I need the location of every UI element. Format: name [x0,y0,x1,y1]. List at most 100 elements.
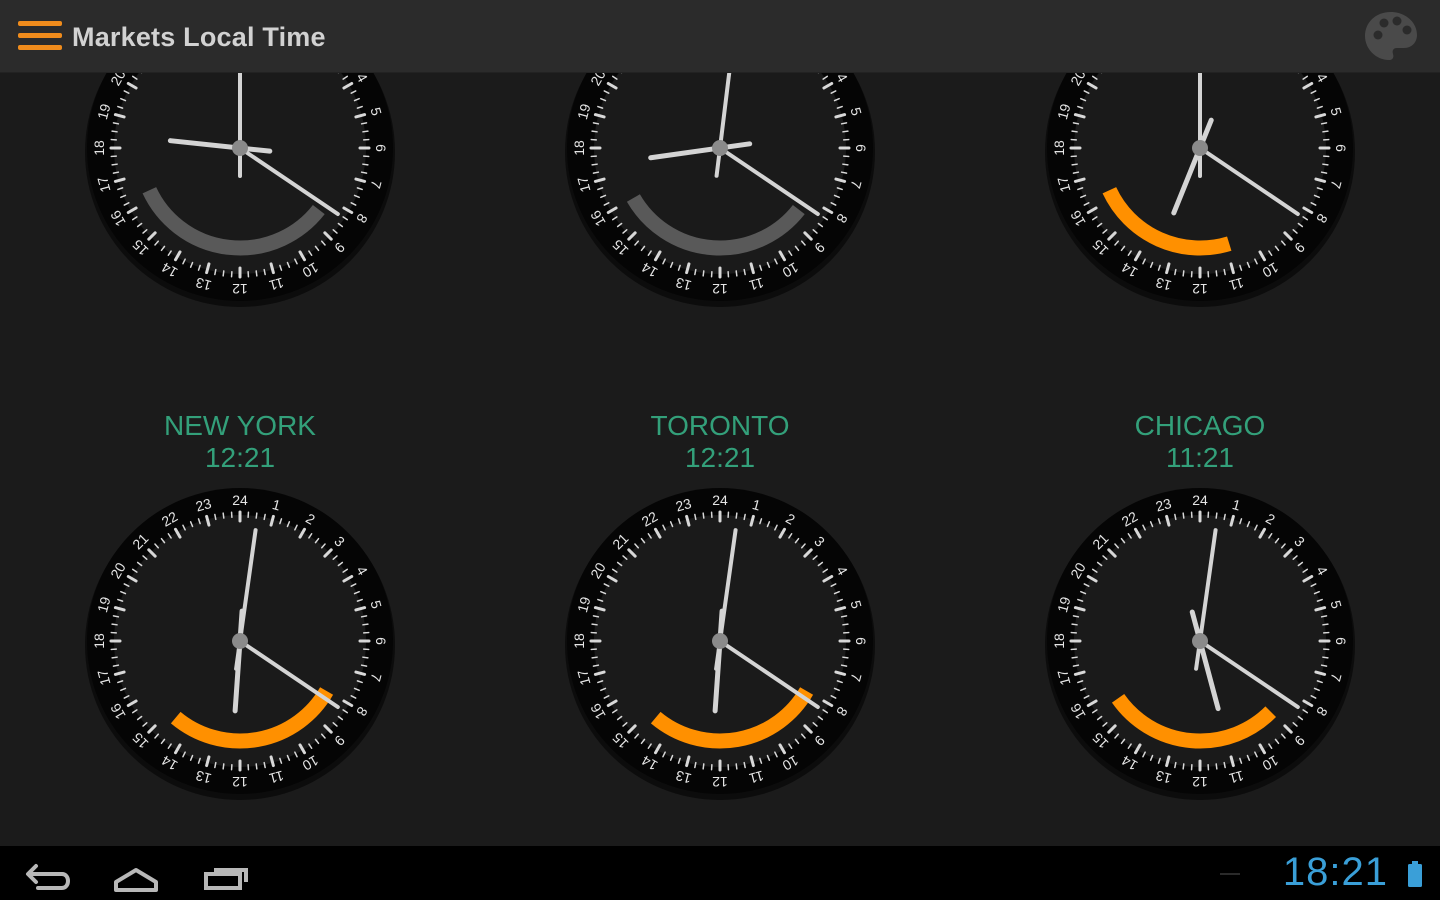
status-clock: 18:21 [1282,850,1388,894]
city-name: NEW YORK [164,410,316,441]
dial-tick [743,761,746,769]
dial-tick [735,512,738,519]
dial-number: 6 [373,637,389,645]
dial-number: 6 [1333,144,1349,152]
dial-tick [743,268,746,276]
palette-icon[interactable] [1362,8,1420,66]
dial-tick [1322,163,1329,166]
dial-tick [1182,270,1185,277]
dial-number: 6 [853,637,869,645]
dial-number: 18 [1051,633,1067,649]
dial-tick [1071,130,1078,133]
dial-tick [1320,122,1328,125]
clock-face: 241234567891011121314151617181920212223 [1045,488,1355,800]
city-name: TORONTO [650,410,790,441]
dial-tick [1223,268,1226,276]
dial-tick [1174,268,1177,276]
dial-tick [694,268,697,276]
dial-tick [840,664,848,667]
dial-tick [1072,171,1080,174]
dial-tick [840,615,848,618]
dial-number: 12 [232,774,248,790]
world-clock[interactable]: 241234567891011121314151617181920212223 [80,481,400,801]
world-clock[interactable]: 241234567891011121314151617181920212223 [1040,73,1360,308]
dial-tick [1071,163,1078,166]
clock-face: 241234567891011121314151617181920212223 [85,488,395,800]
dial-tick [1072,122,1080,125]
dial-tick [840,122,848,125]
city-label: NEW YORK 12:21 [90,410,390,474]
dial-tick [842,130,849,133]
clock-hub [232,633,248,649]
dial-tick [214,513,217,521]
dial-tick [1215,270,1218,277]
dial-tick [222,763,225,770]
dial-tick [214,761,217,769]
app-title: Markets Local Time [72,22,326,52]
dial-tick [1071,623,1078,626]
clock-face: 241234567891011121314151617181920212223 [565,73,875,307]
dial-number: 24 [232,492,248,508]
city-label: TORONTO 12:21 [570,410,870,474]
dial-tick [111,130,118,133]
dial-number: 6 [373,144,389,152]
dial-tick [111,163,118,166]
clock-hub [1192,140,1208,156]
dial-tick [362,163,369,166]
world-clock[interactable]: 241234567891011121314151617181920212223 [560,481,880,801]
dial-number: 24 [712,492,728,508]
dial-tick [214,268,217,276]
dial-tick [1174,513,1177,521]
dial-tick [1182,512,1185,519]
back-icon[interactable] [18,854,78,892]
world-clock[interactable]: 241234567891011121314151617181920212223 [80,73,400,308]
home-icon[interactable] [106,854,166,892]
dial-tick [1322,623,1329,626]
dial-tick [222,512,225,519]
clock-hub [232,140,248,156]
dial-number: 18 [91,140,107,156]
dial-tick [591,163,598,166]
dial-tick [1071,656,1078,659]
dial-tick [263,268,266,276]
dial-tick [1223,761,1226,769]
world-clock[interactable]: 241234567891011121314151617181920212223 [1040,481,1360,801]
dial-tick [694,513,697,521]
dial-tick [255,512,258,519]
dial-tick [702,512,705,519]
dial-tick [735,270,738,277]
dial-tick [362,130,369,133]
dial-number: 12 [712,281,728,297]
action-bar: Markets Local Time [0,0,1440,73]
dial-tick [1322,130,1329,133]
world-clock[interactable]: 241234567891011121314151617181920212223 [560,73,880,308]
system-nav-bar: 18:21 [0,846,1440,900]
dial-tick [842,623,849,626]
dial-tick [702,270,705,277]
dial-tick [1320,615,1328,618]
clock-face: 241234567891011121314151617181920212223 [565,488,875,800]
dial-tick [702,763,705,770]
dial-tick [263,513,266,521]
dial-number: 12 [1192,774,1208,790]
clock-hub [712,633,728,649]
clock-hub [712,140,728,156]
menu-icon[interactable] [18,20,62,54]
dial-number: 12 [1192,281,1208,297]
dial-tick [112,615,120,618]
city-time: 11:21 [1166,442,1234,473]
dial-tick [255,270,258,277]
dial-tick [694,761,697,769]
dial-tick [591,130,598,133]
dial-tick [1072,615,1080,618]
dial-number: 12 [712,774,728,790]
dial-tick [255,763,258,770]
recent-apps-icon[interactable] [198,854,258,892]
dial-tick [1174,761,1177,769]
dial-tick [112,122,120,125]
dial-tick [1322,656,1329,659]
dial-tick [112,664,120,667]
dial-tick [842,656,849,659]
dial-tick [842,163,849,166]
dial-number: 18 [571,140,587,156]
